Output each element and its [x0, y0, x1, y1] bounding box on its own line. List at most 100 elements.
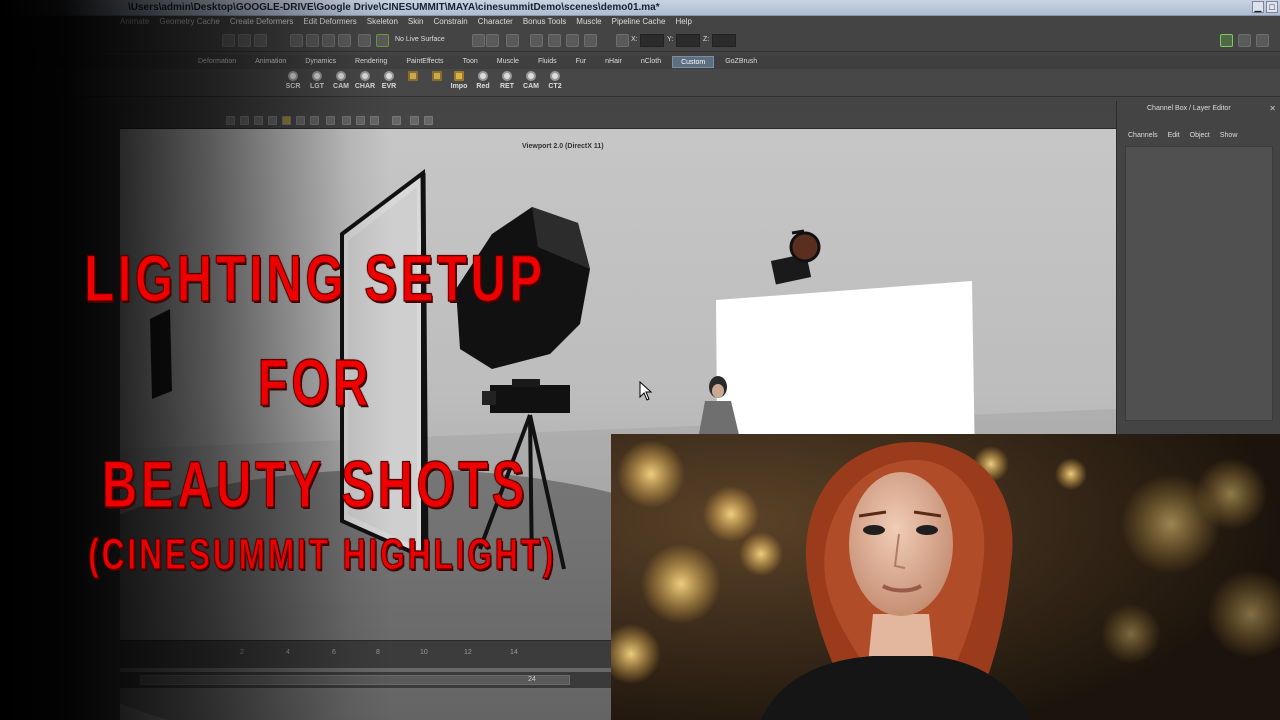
title-bar: \Users\admin\Desktop\GOOGLE-DRIVE\Google… — [0, 0, 1280, 16]
tab-animation[interactable]: Animation — [247, 56, 294, 68]
channel-list[interactable] — [1125, 146, 1273, 421]
menu-pipeline-cache[interactable]: Pipeline Cache — [612, 17, 666, 26]
minimize-button[interactable]: ▁ — [1252, 1, 1264, 13]
menu-animate[interactable]: Animate — [120, 17, 149, 26]
portrait-illustration — [611, 434, 1280, 720]
hud-icon[interactable] — [392, 116, 401, 125]
status-line: No Live Surface X: Y: Z: — [0, 30, 1280, 52]
tab-gozbrush[interactable]: GoZBrush — [717, 56, 765, 68]
menu-channels[interactable]: Channels — [1128, 132, 1158, 139]
bookmark-icon[interactable] — [424, 116, 433, 125]
tab-fur[interactable]: Fur — [568, 56, 595, 68]
render-settings-icon[interactable] — [566, 34, 579, 47]
ao-icon[interactable] — [296, 116, 305, 125]
menu-bar: Animate Geometry Cache Create Deformers … — [0, 16, 1280, 30]
menu-muscle[interactable]: Muscle — [576, 17, 601, 26]
menu-help[interactable]: Help — [675, 17, 691, 26]
shelf-button-ret[interactable]: RET — [496, 71, 518, 95]
menu-skin[interactable]: Skin — [408, 17, 424, 26]
snap-grid-icon[interactable] — [290, 34, 303, 47]
menu-edit[interactable]: Edit — [1168, 132, 1180, 139]
range-slider-handle[interactable] — [140, 675, 570, 685]
transform-mode-icon[interactable] — [616, 34, 629, 47]
construction-icon[interactable] — [486, 34, 499, 47]
resolution-gate-icon[interactable] — [356, 116, 365, 125]
xray-icon[interactable] — [310, 116, 319, 125]
timeline-tick: 2 — [240, 649, 244, 656]
snap-plane-icon[interactable] — [338, 34, 351, 47]
tab-ncloth[interactable]: nCloth — [633, 56, 669, 68]
tool-settings-icon[interactable] — [1256, 34, 1269, 47]
select-component-icon[interactable] — [254, 34, 267, 47]
y-field[interactable] — [676, 34, 700, 47]
tab-toon[interactable]: Toon — [455, 56, 486, 68]
shelf-button-lgt[interactable]: LGT — [306, 71, 328, 95]
shelf-button-evr[interactable]: EVR — [378, 71, 400, 95]
snap-surface-icon[interactable] — [358, 34, 371, 47]
shelf-button-cam[interactable]: CAM — [330, 71, 352, 95]
shelf-button-red[interactable]: Red — [472, 71, 494, 95]
tab-custom[interactable]: Custom — [672, 56, 715, 68]
menu-object[interactable]: Object — [1190, 132, 1210, 139]
x-field[interactable] — [640, 34, 664, 47]
snap-curve-icon[interactable] — [306, 34, 319, 47]
tab-painteffects[interactable]: PaintEffects — [398, 56, 451, 68]
menu-edit-deformers[interactable]: Edit Deformers — [303, 17, 356, 26]
close-icon[interactable]: ✕ — [1269, 104, 1276, 113]
film-gate-icon[interactable] — [370, 116, 379, 125]
timeline-tick: 10 — [420, 649, 428, 656]
select-object-icon[interactable] — [238, 34, 251, 47]
tab-deformation[interactable]: Deformation — [190, 56, 244, 68]
tab-nhair[interactable]: nHair — [597, 56, 630, 68]
menu-character[interactable]: Character — [478, 17, 513, 26]
snap-point-icon[interactable] — [322, 34, 335, 47]
x-label: X: — [631, 36, 638, 43]
camera-attributes-icon[interactable] — [410, 116, 419, 125]
select-hierarchy-icon[interactable] — [222, 34, 235, 47]
menu-constrain[interactable]: Constrain — [433, 17, 467, 26]
maximize-button[interactable]: □ — [1266, 1, 1278, 13]
menu-bonus-tools[interactable]: Bonus Tools — [523, 17, 566, 26]
menu-geometry-cache[interactable]: Geometry Cache — [159, 17, 219, 26]
left-eye — [863, 525, 885, 535]
magnet-icon[interactable] — [376, 34, 389, 47]
timeline-tick: 6 — [332, 649, 336, 656]
lights-icon[interactable] — [268, 116, 277, 125]
wireframe-icon[interactable] — [226, 116, 235, 125]
menu-skeleton[interactable]: Skeleton — [367, 17, 398, 26]
right-eye — [916, 525, 938, 535]
attribute-editor-icon[interactable] — [1238, 34, 1251, 47]
render-frame-icon[interactable] — [530, 34, 543, 47]
timeline-tick: 14 — [510, 649, 518, 656]
shelf-button-scr[interactable]: SCR — [282, 71, 304, 95]
isolate-icon[interactable] — [326, 116, 335, 125]
face — [849, 472, 953, 616]
grid-icon[interactable] — [342, 116, 351, 125]
history-icon[interactable] — [472, 34, 485, 47]
shadows-icon[interactable] — [282, 116, 291, 125]
range-slider[interactable]: 24 — [120, 672, 611, 688]
tab-dynamics[interactable]: Dynamics — [297, 56, 344, 68]
textured-icon[interactable] — [254, 116, 263, 125]
render-view-icon[interactable] — [506, 34, 519, 47]
menu-create-deformers[interactable]: Create Deformers — [230, 17, 294, 26]
time-slider[interactable]: 2 4 6 8 10 12 14 — [120, 640, 611, 668]
ipr-icon[interactable] — [548, 34, 561, 47]
camera-icon — [526, 71, 536, 81]
shelf-button-char[interactable]: CHAR — [354, 71, 376, 95]
shelf-button-ct2[interactable]: CT2 — [544, 71, 566, 95]
tab-fluids[interactable]: Fluids — [530, 56, 565, 68]
shelf-button-impo[interactable]: Impo — [448, 71, 470, 95]
hypershade-icon[interactable] — [584, 34, 597, 47]
shelf-button-grid[interactable] — [402, 71, 424, 95]
retarget-icon — [502, 71, 512, 81]
shelf-button-cube[interactable] — [426, 71, 448, 95]
tab-rendering[interactable]: Rendering — [347, 56, 395, 68]
shelf-button-cam-2[interactable]: CAM — [520, 71, 542, 95]
shelf-button-label: CAM — [333, 83, 349, 90]
modeling-toolkit-icon[interactable] — [1220, 34, 1233, 47]
smooth-shade-icon[interactable] — [240, 116, 249, 125]
menu-show[interactable]: Show — [1220, 132, 1238, 139]
z-field[interactable] — [712, 34, 736, 47]
tab-muscle[interactable]: Muscle — [489, 56, 527, 68]
